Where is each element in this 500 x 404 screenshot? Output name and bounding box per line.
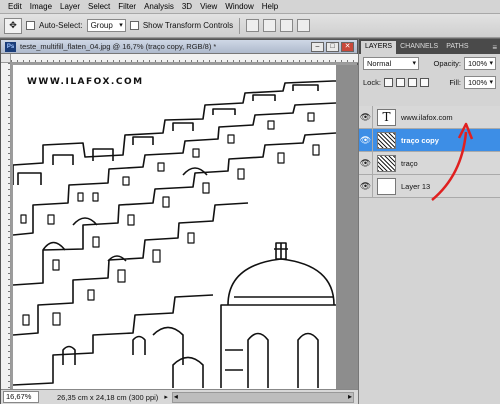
lock-all-icon[interactable] — [419, 78, 429, 87]
maximize-button[interactable]: □ — [326, 41, 339, 52]
image-canvas[interactable]: WWW.ILAFOX.COM — [13, 65, 336, 389]
layer-name: traço copy — [401, 135, 439, 145]
village-line-art — [13, 80, 336, 388]
text-layer-thumbnail: T — [377, 108, 396, 126]
layers-list: 👁 T www.ilafox.com 👁 traço copy 👁 traço … — [359, 105, 500, 198]
visibility-eye-icon[interactable]: 👁 — [359, 105, 373, 129]
horizontal-scrollbar[interactable] — [171, 391, 354, 403]
ruler-corner[interactable] — [1, 54, 11, 63]
vertical-scrollbar[interactable] — [336, 65, 358, 389]
layer-name: www.ilafox.com — [401, 112, 453, 122]
document-title-bar[interactable]: Ps teste_multifill_flaten_04.jpg @ 16,7%… — [1, 40, 357, 54]
visibility-eye-icon[interactable]: 👁 — [359, 174, 373, 198]
lock-row: Lock: Fill: 100% — [359, 73, 500, 92]
menu-bar: Edit Image Layer Select Filter Analysis … — [0, 0, 500, 14]
blend-mode-select[interactable]: Normal — [363, 57, 419, 70]
menu-analysis[interactable]: Analysis — [140, 0, 178, 14]
layer-row[interactable]: 👁 traço — [359, 151, 500, 175]
layers-panel: LAYERS CHANNELS PATHS ≡ Normal Opacity: … — [358, 39, 500, 404]
lock-position-icon[interactable] — [407, 78, 417, 87]
menu-select[interactable]: Select — [84, 0, 114, 14]
tab-layers[interactable]: LAYERS — [361, 41, 397, 54]
vertical-ruler[interactable] — [1, 63, 11, 389]
opacity-label: Opacity: — [433, 59, 461, 68]
menu-help[interactable]: Help — [258, 0, 282, 14]
window-controls: – □ ✕ — [311, 41, 357, 52]
fill-field[interactable]: 100% — [464, 76, 496, 89]
menu-image[interactable]: Image — [26, 0, 56, 14]
status-menu-arrow-icon[interactable]: ▸ — [164, 393, 168, 401]
options-divider — [239, 17, 241, 34]
align-middle-icon[interactable] — [263, 19, 277, 32]
menu-edit[interactable]: Edit — [2, 0, 26, 14]
layer-thumbnail — [377, 154, 396, 172]
layer-thumbnail — [377, 177, 396, 195]
move-tool-icon[interactable]: ✥ — [4, 17, 22, 34]
zoom-field[interactable]: 16,67% — [3, 391, 39, 403]
layer-row[interactable]: 👁 T www.ilafox.com — [359, 105, 500, 129]
lock-transparent-icon[interactable] — [383, 78, 393, 87]
align-left-icon[interactable] — [297, 19, 311, 32]
layer-row[interactable]: 👁 Layer 13 — [359, 174, 500, 198]
layer-thumbnail — [377, 131, 396, 149]
menu-view[interactable]: View — [196, 0, 221, 14]
blend-row: Normal Opacity: 100% — [359, 54, 500, 73]
auto-select-label: Auto-Select: — [39, 21, 83, 30]
close-button[interactable]: ✕ — [341, 41, 354, 52]
show-transform-checkbox[interactable] — [129, 21, 139, 30]
document-info: 26,35 cm x 24,18 cm (300 ppi) — [57, 392, 159, 402]
visibility-eye-icon[interactable]: 👁 — [359, 128, 373, 152]
menu-layer[interactable]: Layer — [56, 0, 84, 14]
panel-menu-icon[interactable]: ≡ — [492, 43, 500, 54]
document-title: teste_multifill_flaten_04.jpg @ 16,7% (t… — [20, 42, 217, 51]
menu-filter[interactable]: Filter — [114, 0, 140, 14]
show-transform-label: Show Transform Controls — [142, 21, 234, 30]
lock-image-icon[interactable] — [395, 78, 405, 87]
tab-paths[interactable]: PATHS — [442, 41, 472, 54]
status-bar: 16,67% 26,35 cm x 24,18 cm (300 ppi) ▸ — [1, 389, 358, 404]
visibility-eye-icon[interactable]: 👁 — [359, 151, 373, 175]
auto-select-dropdown[interactable]: Group — [86, 19, 126, 32]
photoshop-doc-icon: Ps — [5, 41, 16, 52]
menu-3d[interactable]: 3D — [178, 0, 196, 14]
auto-select-checkbox[interactable] — [26, 21, 35, 30]
layer-name: Layer 13 — [401, 181, 431, 191]
layer-name: traço — [401, 158, 418, 168]
minimize-button[interactable]: – — [311, 41, 324, 52]
align-top-icon[interactable] — [246, 19, 260, 32]
opacity-field[interactable]: 100% — [464, 57, 496, 70]
options-bar: ✥ Auto-Select: Group Show Transform Cont… — [0, 14, 500, 38]
panel-tabs: LAYERS CHANNELS PATHS ≡ — [359, 39, 500, 54]
lock-label: Lock: — [363, 78, 381, 87]
fill-label: Fill: — [449, 78, 461, 87]
horizontal-ruler[interactable] — [11, 54, 358, 63]
layer-row-selected[interactable]: 👁 traço copy — [359, 128, 500, 152]
document-window: Ps teste_multifill_flaten_04.jpg @ 16,7%… — [0, 39, 358, 404]
watermark-text: WWW.ILAFOX.COM — [27, 77, 144, 87]
menu-window[interactable]: Window — [221, 0, 257, 14]
align-bottom-icon[interactable] — [280, 19, 294, 32]
tab-channels[interactable]: CHANNELS — [396, 41, 442, 54]
